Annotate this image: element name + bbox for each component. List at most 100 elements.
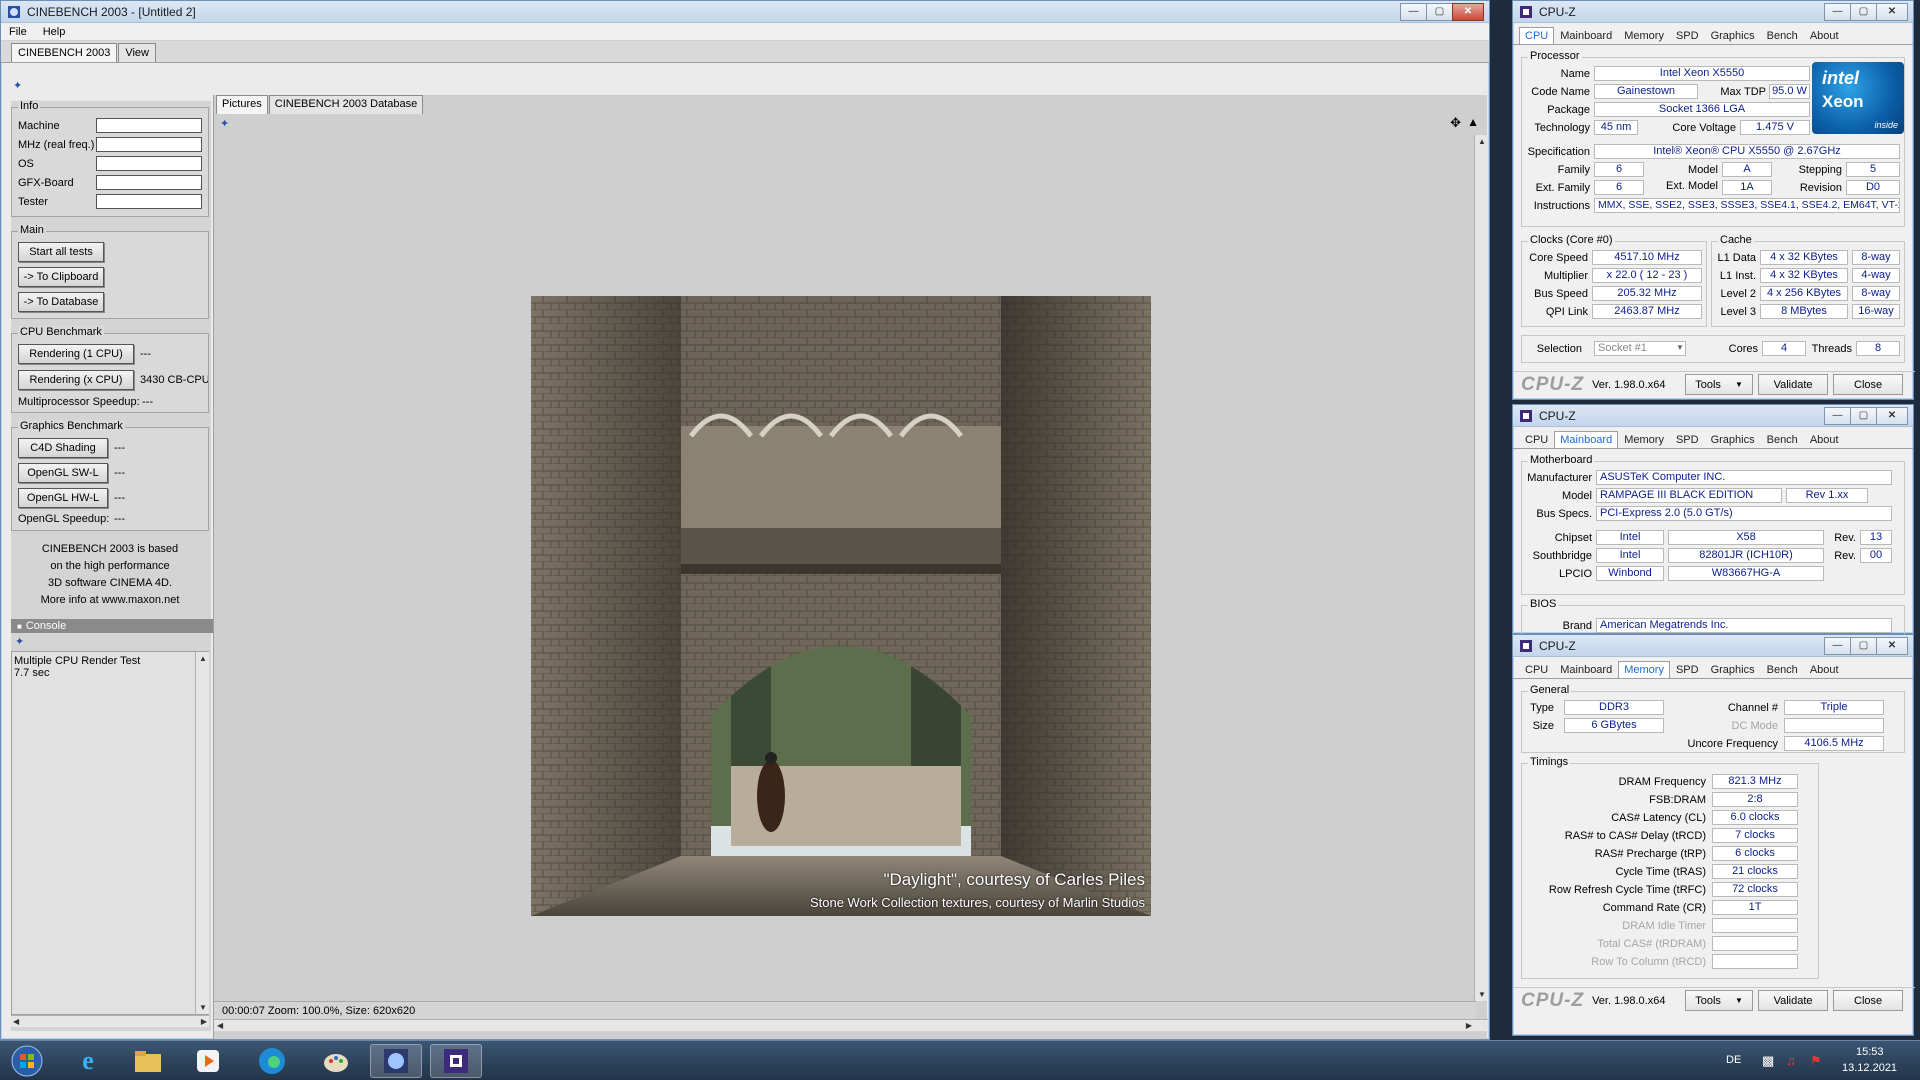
close-button[interactable]: ✕	[1452, 2, 1484, 21]
tab-about[interactable]: About	[1804, 661, 1845, 678]
restore-button[interactable]: ▢	[1850, 406, 1877, 425]
minimize-button[interactable]: —	[1824, 406, 1851, 425]
scroll-up-icon[interactable]: ▲	[199, 654, 207, 663]
view-pin-icon[interactable]: ✦	[220, 117, 229, 130]
taskbar-media-player[interactable]	[182, 1044, 234, 1078]
taskbar-paint[interactable]	[310, 1044, 362, 1078]
minimize-button[interactable]: —	[1824, 2, 1851, 21]
to-clipboard-button[interactable]: -> To Clipboard	[18, 267, 104, 287]
c4d-shading-button[interactable]: C4D Shading	[18, 438, 108, 458]
clock-time[interactable]: 15:53	[1856, 1046, 1884, 1058]
console-collapse-icon[interactable]: ■	[17, 622, 22, 631]
cpuz-close-button[interactable]: Close	[1833, 374, 1904, 395]
tab-spd[interactable]: SPD	[1670, 661, 1705, 678]
tab-cpu[interactable]: CPU	[1519, 431, 1554, 448]
tools-button[interactable]: Tools ▼	[1685, 374, 1754, 395]
tab-graphics[interactable]: Graphics	[1705, 661, 1761, 678]
tab-cpu[interactable]: CPU	[1519, 661, 1554, 678]
tab-graphics[interactable]: Graphics	[1705, 431, 1761, 448]
rendering-1cpu-button[interactable]: Rendering (1 CPU)	[18, 344, 134, 364]
cpuz-close-button[interactable]: Close	[1833, 990, 1904, 1011]
chevron-down-icon[interactable]: ▼	[1676, 343, 1684, 352]
scroll-right-icon[interactable]: ▶	[1466, 1021, 1472, 1030]
cpuz-titlebar[interactable]: CPU-Z — ▢ ✕	[1513, 635, 1913, 657]
minimize-button[interactable]: —	[1824, 636, 1851, 655]
tab-bench[interactable]: Bench	[1761, 661, 1804, 678]
flag-icon[interactable]: ⚑	[1810, 1053, 1822, 1069]
viewport-vscrollbar[interactable]: ▲ ▼	[1474, 135, 1488, 1001]
opengl-hwl-button[interactable]: OpenGL HW-L	[18, 488, 108, 508]
maximize-button[interactable]: ▢	[1426, 2, 1453, 21]
tab-cpu[interactable]: CPU	[1519, 27, 1555, 44]
start-button[interactable]	[2, 1044, 52, 1078]
to-database-button[interactable]: -> To Database	[18, 292, 104, 312]
tab-pictures[interactable]: Pictures	[216, 95, 268, 114]
start-all-tests-button[interactable]: Start all tests	[18, 242, 104, 262]
tab-mainboard[interactable]: Mainboard	[1554, 661, 1618, 678]
render-caption-main: "Daylight", courtesy of Carles Piles	[883, 870, 1146, 889]
volume-icon[interactable]: ♫	[1786, 1053, 1796, 1068]
network-icon[interactable]: ▩	[1762, 1053, 1774, 1069]
clock-date[interactable]: 13.12.2021	[1842, 1062, 1897, 1074]
cinebench-titlebar[interactable]: CINEBENCH 2003 - [Untitled 2] — ▢ ✕	[1, 1, 1489, 23]
menu-help[interactable]: Help	[35, 26, 74, 38]
scroll-down-icon[interactable]: ▼	[1478, 990, 1486, 999]
scroll-left-icon[interactable]: ◀	[13, 1017, 19, 1026]
tab-view[interactable]: View	[118, 43, 156, 62]
console-scrollbar[interactable]: ▲ ▼	[195, 652, 209, 1014]
tab-bench[interactable]: Bench	[1761, 431, 1804, 448]
scroll-up-icon[interactable]: ▲	[1478, 137, 1486, 146]
cpuz-titlebar[interactable]: CPU-Z — ▢ ✕	[1513, 1, 1913, 23]
qpi-link-label: QPI Link	[1545, 306, 1588, 318]
taskbar-cinebench[interactable]	[370, 1044, 422, 1078]
tester-input[interactable]	[96, 194, 202, 209]
tab-spd[interactable]: SPD	[1670, 431, 1705, 448]
tab-database[interactable]: CINEBENCH 2003 Database	[268, 95, 424, 114]
close-button[interactable]: ✕	[1876, 406, 1908, 425]
validate-button[interactable]: Validate	[1758, 990, 1829, 1011]
rendering-xcpu-button[interactable]: Rendering (x CPU)	[18, 370, 134, 390]
tab-memory[interactable]: Memory	[1618, 661, 1670, 678]
scroll-down-icon[interactable]: ▼	[199, 1003, 207, 1012]
tab-spd[interactable]: SPD	[1670, 27, 1705, 44]
warning-icon[interactable]: ▲	[1467, 115, 1479, 129]
console-hscrollbar[interactable]: ◀ ▶	[11, 1015, 209, 1027]
tab-memory[interactable]: Memory	[1618, 27, 1670, 44]
tab-mainboard[interactable]: Mainboard	[1554, 431, 1619, 448]
tab-mainboard[interactable]: Mainboard	[1554, 27, 1618, 44]
menu-file[interactable]: File	[1, 26, 35, 38]
restore-button[interactable]: ▢	[1850, 2, 1877, 21]
restore-button[interactable]: ▢	[1850, 636, 1877, 655]
close-button[interactable]: ✕	[1876, 636, 1908, 655]
language-indicator[interactable]: DE	[1726, 1054, 1741, 1066]
tools-button[interactable]: Tools ▼	[1685, 990, 1754, 1011]
tab-cinebench[interactable]: CINEBENCH 2003	[11, 43, 118, 62]
tab-memory[interactable]: Memory	[1618, 431, 1670, 448]
cpuz-titlebar[interactable]: CPU-Z — ▢ ✕	[1513, 405, 1913, 427]
validate-button[interactable]: Validate	[1758, 374, 1829, 395]
mhz-input[interactable]	[96, 137, 202, 152]
os-input[interactable]	[96, 156, 202, 171]
machine-input[interactable]	[96, 118, 202, 133]
tab-graphics[interactable]: Graphics	[1705, 27, 1761, 44]
scroll-right-icon[interactable]: ▶	[201, 1017, 207, 1026]
close-button[interactable]: ✕	[1876, 2, 1908, 21]
move-icon[interactable]: ✥	[1450, 115, 1461, 131]
taskbar-explorer[interactable]	[122, 1044, 174, 1078]
cinebench-window: CINEBENCH 2003 - [Untitled 2] — ▢ ✕ File…	[0, 0, 1490, 1040]
console-pin-icon[interactable]: ✦	[15, 635, 24, 648]
taskbar-edge[interactable]	[246, 1044, 298, 1078]
taskbar-cpuz[interactable]	[430, 1044, 482, 1078]
pin-icon[interactable]: ✦	[13, 79, 22, 92]
minimize-button[interactable]: —	[1400, 2, 1427, 21]
taskbar-ie[interactable]: e	[62, 1044, 114, 1078]
socket-select[interactable]: Socket #1	[1594, 341, 1686, 356]
gfx-board-input[interactable]	[96, 175, 202, 190]
scroll-left-icon[interactable]: ◀	[217, 1021, 223, 1030]
tab-about[interactable]: About	[1804, 431, 1845, 448]
tab-bench[interactable]: Bench	[1761, 27, 1804, 44]
opengl-swl-button[interactable]: OpenGL SW-L	[18, 463, 108, 483]
tab-about[interactable]: About	[1804, 27, 1845, 44]
viewport-hscrollbar[interactable]: ◀ ▶	[214, 1019, 1488, 1031]
console-bar[interactable]: ■ Console	[11, 619, 221, 633]
